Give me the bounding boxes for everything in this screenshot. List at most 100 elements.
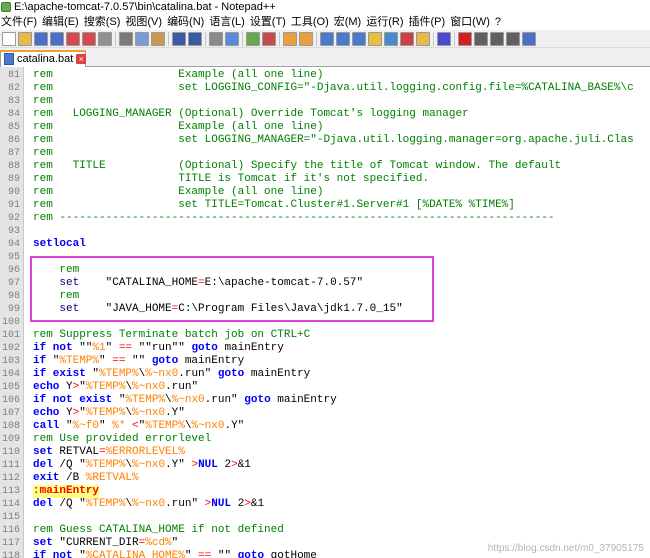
code-token: \ — [165, 394, 172, 406]
code-line[interactable]: 101 rem Suppress Terminate batch job on C… — [0, 329, 650, 342]
menu-item[interactable]: 窗口(W) — [449, 14, 494, 30]
record-macro-icon[interactable] — [458, 32, 472, 46]
open-file-icon[interactable] — [18, 32, 32, 46]
code-line[interactable]: 81 rem Example (all one line) — [0, 69, 650, 82]
toolbar — [0, 30, 650, 48]
code-token: setlocal — [33, 238, 86, 250]
save-all-icon[interactable] — [50, 32, 64, 46]
code-line[interactable]: 86 rem set LOGGING_MANAGER="-Djava.util.l… — [0, 134, 650, 147]
code-line[interactable]: 109 rem Use provided errorlevel — [0, 433, 650, 446]
code-line[interactable]: 92 rem ----------------------------------… — [0, 212, 650, 225]
menu-item[interactable]: 运行(R) — [365, 14, 407, 30]
code-line[interactable]: 107 echo Y>"%TEMP%\%~nx0.Y" — [0, 407, 650, 420]
replace-icon[interactable] — [225, 32, 239, 46]
monitoring-icon[interactable] — [437, 32, 451, 46]
undo-icon[interactable] — [172, 32, 186, 46]
code-line[interactable]: 83 rem — [0, 95, 650, 108]
code-line[interactable]: 94 setlocal — [0, 238, 650, 251]
code-token: echo — [33, 381, 60, 393]
tab-catalina-bat[interactable]: catalina.bat × — [0, 50, 87, 67]
code-line[interactable]: 89 rem TITLE is Tomcat if it's not specif… — [0, 173, 650, 186]
copy-icon[interactable] — [135, 32, 149, 46]
line-number: 110 — [1, 447, 20, 458]
sync-vertical-icon[interactable] — [283, 32, 297, 46]
stop-macro-icon[interactable] — [474, 32, 488, 46]
menu-item[interactable]: 文件(F) — [0, 14, 41, 30]
menu-item[interactable]: ? — [494, 14, 505, 30]
menu-item[interactable]: 编码(N) — [166, 14, 208, 30]
line-text: rem TITLE is Tomcat if it's not specifie… — [33, 173, 429, 186]
new-file-icon[interactable] — [2, 32, 16, 46]
code-token: > — [244, 498, 251, 510]
title-bar: E:\apache-tomcat-7.0.57\bin\catalina.bat… — [0, 0, 650, 14]
zoom-in-icon[interactable] — [246, 32, 260, 46]
word-wrap-icon[interactable] — [320, 32, 334, 46]
code-line[interactable]: 113:mainEntry — [0, 485, 650, 498]
close-icon[interactable] — [66, 32, 80, 46]
menu-item[interactable]: 视图(V) — [124, 14, 166, 30]
code-line[interactable]: 90 rem Example (all one line) — [0, 186, 650, 199]
line-text: del /Q "%TEMP%\%~nx0.run" >NUL 2>&1 — [33, 498, 264, 511]
code-token: mainEntry — [244, 368, 311, 380]
menu-item[interactable]: 搜索(S) — [83, 14, 125, 30]
editor-area[interactable]: 81 rem Example (all one line) 82 rem set LO… — [0, 67, 650, 558]
code-line[interactable]: 116 rem Guess CATALINA_HOME if not define… — [0, 524, 650, 537]
code-token: "" — [125, 355, 152, 367]
code-line[interactable]: 104 if exist "%TEMP%\%~nx0.run" goto main… — [0, 368, 650, 381]
menu-item[interactable]: 插件(P) — [408, 14, 450, 30]
code-line[interactable]: 84 rem LOGGING_MANAGER (Optional) Overrid… — [0, 108, 650, 121]
code-line[interactable]: 115 — [0, 511, 650, 524]
paste-icon[interactable] — [151, 32, 165, 46]
code-line[interactable]: 102 if not ""%1" == ""run"" goto mainEntr… — [0, 342, 650, 355]
save-icon[interactable] — [34, 32, 48, 46]
doc-map-icon[interactable] — [384, 32, 398, 46]
close-all-icon[interactable] — [82, 32, 96, 46]
find-icon[interactable] — [209, 32, 223, 46]
toolbar-separator — [316, 32, 317, 46]
redo-icon[interactable] — [188, 32, 202, 46]
menu-item[interactable]: 工具(O) — [290, 14, 333, 30]
function-list-icon[interactable] — [400, 32, 414, 46]
code-line[interactable]: 93 — [0, 225, 650, 238]
code-line[interactable]: 111 del /Q "%TEMP%\%~nx0.Y" >NUL 2>&1 — [0, 459, 650, 472]
code-line[interactable]: 91 rem set TITLE=Tomcat.Cluster#1.Server#… — [0, 199, 650, 212]
code-line[interactable]: 103 if "%TEMP%" == "" goto mainEntry — [0, 355, 650, 368]
code-line[interactable]: 87 rem — [0, 147, 650, 160]
code-token: if exist — [33, 368, 86, 380]
menu-item[interactable]: 设置(T) — [249, 14, 290, 30]
zoom-out-icon[interactable] — [262, 32, 276, 46]
line-text: echo Y>"%TEMP%\%~nx0.Y" — [33, 407, 185, 420]
code-line[interactable]: 114 del /Q "%TEMP%\%~nx0.run" >NUL 2>&1 — [0, 498, 650, 511]
code-line[interactable]: 105 echo Y>"%TEMP%\%~nx0.run" — [0, 381, 650, 394]
code-line[interactable]: 106 if not exist "%TEMP%\%~nx0.run" goto … — [0, 394, 650, 407]
code-line[interactable]: 85 rem Example (all one line) — [0, 121, 650, 134]
code-token: 2 — [231, 498, 245, 510]
cut-icon[interactable] — [119, 32, 133, 46]
language-udl-icon[interactable] — [368, 32, 382, 46]
menu-item[interactable]: 语言(L) — [208, 14, 248, 30]
code-line[interactable]: 88 rem TITLE (Optional) Specify the title… — [0, 160, 650, 173]
line-text: rem ------------------------------------… — [33, 212, 555, 225]
save-macro-icon[interactable] — [522, 32, 536, 46]
code-token: = — [99, 446, 106, 458]
code-line[interactable]: 112 exit /B %RETVAL% — [0, 472, 650, 485]
play-multiple-macro-icon[interactable] — [506, 32, 520, 46]
menu-item[interactable]: 宏(M) — [333, 14, 366, 30]
line-number: 96 — [7, 265, 20, 276]
code-token: exit — [33, 472, 60, 484]
line-text: rem set LOGGING_CONFIG="-Djava.util.logg… — [33, 82, 634, 95]
menu-item[interactable]: 编辑(E) — [41, 14, 83, 30]
code-line[interactable]: 110 set RETVAL=%ERRORLEVEL% — [0, 446, 650, 459]
indent-guide-icon[interactable] — [352, 32, 366, 46]
tab-close-icon[interactable]: × — [76, 54, 87, 64]
code-token: if not — [33, 342, 73, 354]
show-all-chars-icon[interactable] — [336, 32, 350, 46]
code-token: %CATALINA_HOME% — [85, 550, 185, 558]
sync-horizontal-icon[interactable] — [299, 32, 313, 46]
line-text: :mainEntry — [33, 485, 100, 498]
code-line[interactable]: 82 rem set LOGGING_CONFIG="-Djava.util.lo… — [0, 82, 650, 95]
code-line[interactable]: 108 call "%~f0" %* <"%TEMP%\%~nx0.Y" — [0, 420, 650, 433]
play-macro-icon[interactable] — [490, 32, 504, 46]
folder-workspace-icon[interactable] — [416, 32, 430, 46]
print-icon[interactable] — [98, 32, 112, 46]
